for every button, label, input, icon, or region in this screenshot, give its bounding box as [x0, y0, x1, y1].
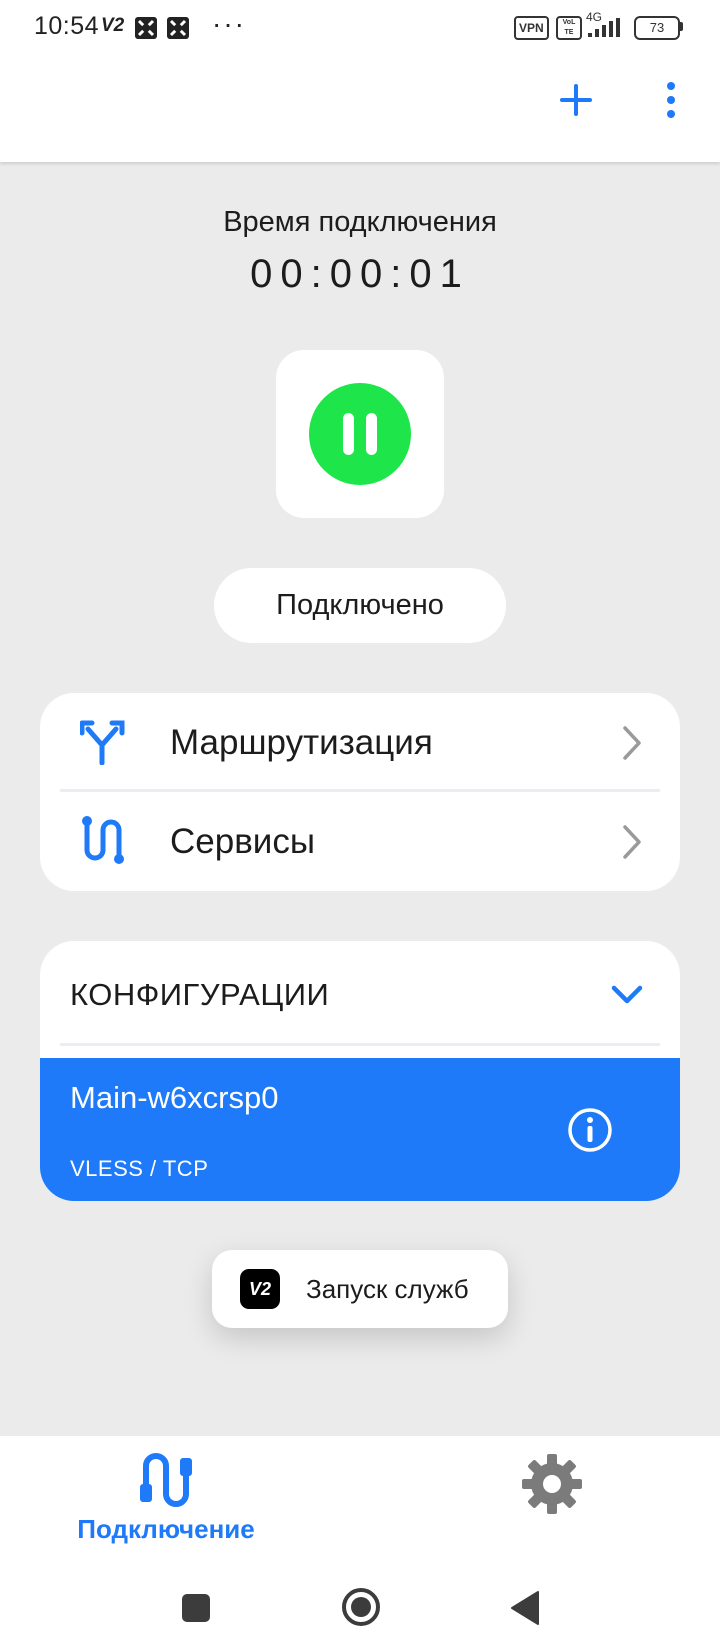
routing-icon	[80, 720, 125, 765]
status-bar: 10:54 V2 ··· VPN VoLTE 4G 73	[0, 0, 720, 54]
recents-button[interactable]	[182, 1594, 210, 1622]
config-protocol: VLESS / TCP	[70, 1156, 209, 1181]
status-time: 10:54	[34, 12, 100, 40]
notification-app-icon-2	[167, 17, 189, 39]
nav-tab-connection[interactable]: Подключение	[0, 1436, 332, 1556]
menu-item-routing[interactable]: Маршрутизация	[40, 693, 680, 792]
menu-item-services[interactable]: Сервисы	[40, 792, 680, 891]
info-icon[interactable]	[566, 1106, 614, 1154]
status-v2-icon: V2	[101, 15, 125, 36]
services-icon	[82, 816, 124, 864]
battery-tip	[680, 22, 683, 31]
toast-text: Запуск служб	[306, 1274, 469, 1304]
notification-app-icon	[135, 17, 157, 39]
status-more-icon: ···	[212, 8, 246, 39]
back-button[interactable]	[508, 1588, 542, 1628]
toast: V2 Запуск служб	[212, 1250, 508, 1328]
configurations-title: КОНФИГУРАЦИИ	[70, 977, 330, 1012]
v2-logo-icon: V2	[240, 1269, 280, 1309]
add-config-icon[interactable]	[558, 82, 594, 118]
home-button[interactable]	[340, 1586, 382, 1628]
config-item[interactable]: Main-w6xcrsp0 VLESS / TCP	[40, 1058, 680, 1201]
configurations-card: КОНФИГУРАЦИИ Main-w6xcrsp0 VLESS / TCP	[40, 941, 680, 1201]
services-label: Сервисы	[170, 822, 316, 861]
settings-gear-icon[interactable]	[520, 1452, 584, 1516]
connect-toggle-button[interactable]	[309, 383, 411, 485]
battery-icon: 73	[634, 16, 680, 40]
connection-timer: 00:00:01	[250, 252, 470, 296]
overflow-menu-icon[interactable]	[654, 80, 688, 120]
volte-badge: VoLTE	[556, 16, 582, 40]
configurations-divider	[60, 1043, 660, 1046]
connection-nav-icon	[140, 1453, 192, 1507]
routing-label: Маршрутизация	[170, 723, 433, 762]
connection-time-label: Время подключения	[223, 206, 497, 238]
nav-connection-label: Подключение	[77, 1514, 255, 1544]
bottom-navigation: Подключение	[0, 1436, 720, 1650]
signal-icon	[588, 18, 620, 37]
chevron-right-icon	[623, 825, 641, 859]
config-name: Main-w6xcrsp0	[70, 1080, 279, 1115]
chevron-right-icon	[623, 726, 641, 760]
vpn-badge: VPN	[514, 16, 549, 40]
menu-card: Маршрутизация Сервисы	[40, 693, 680, 891]
connection-status-badge: Подключено	[214, 568, 506, 643]
app-bar	[0, 54, 720, 162]
chevron-down-icon[interactable]	[610, 983, 644, 1007]
pause-icon-bar-left	[343, 413, 354, 455]
pause-icon-bar-right	[366, 413, 377, 455]
